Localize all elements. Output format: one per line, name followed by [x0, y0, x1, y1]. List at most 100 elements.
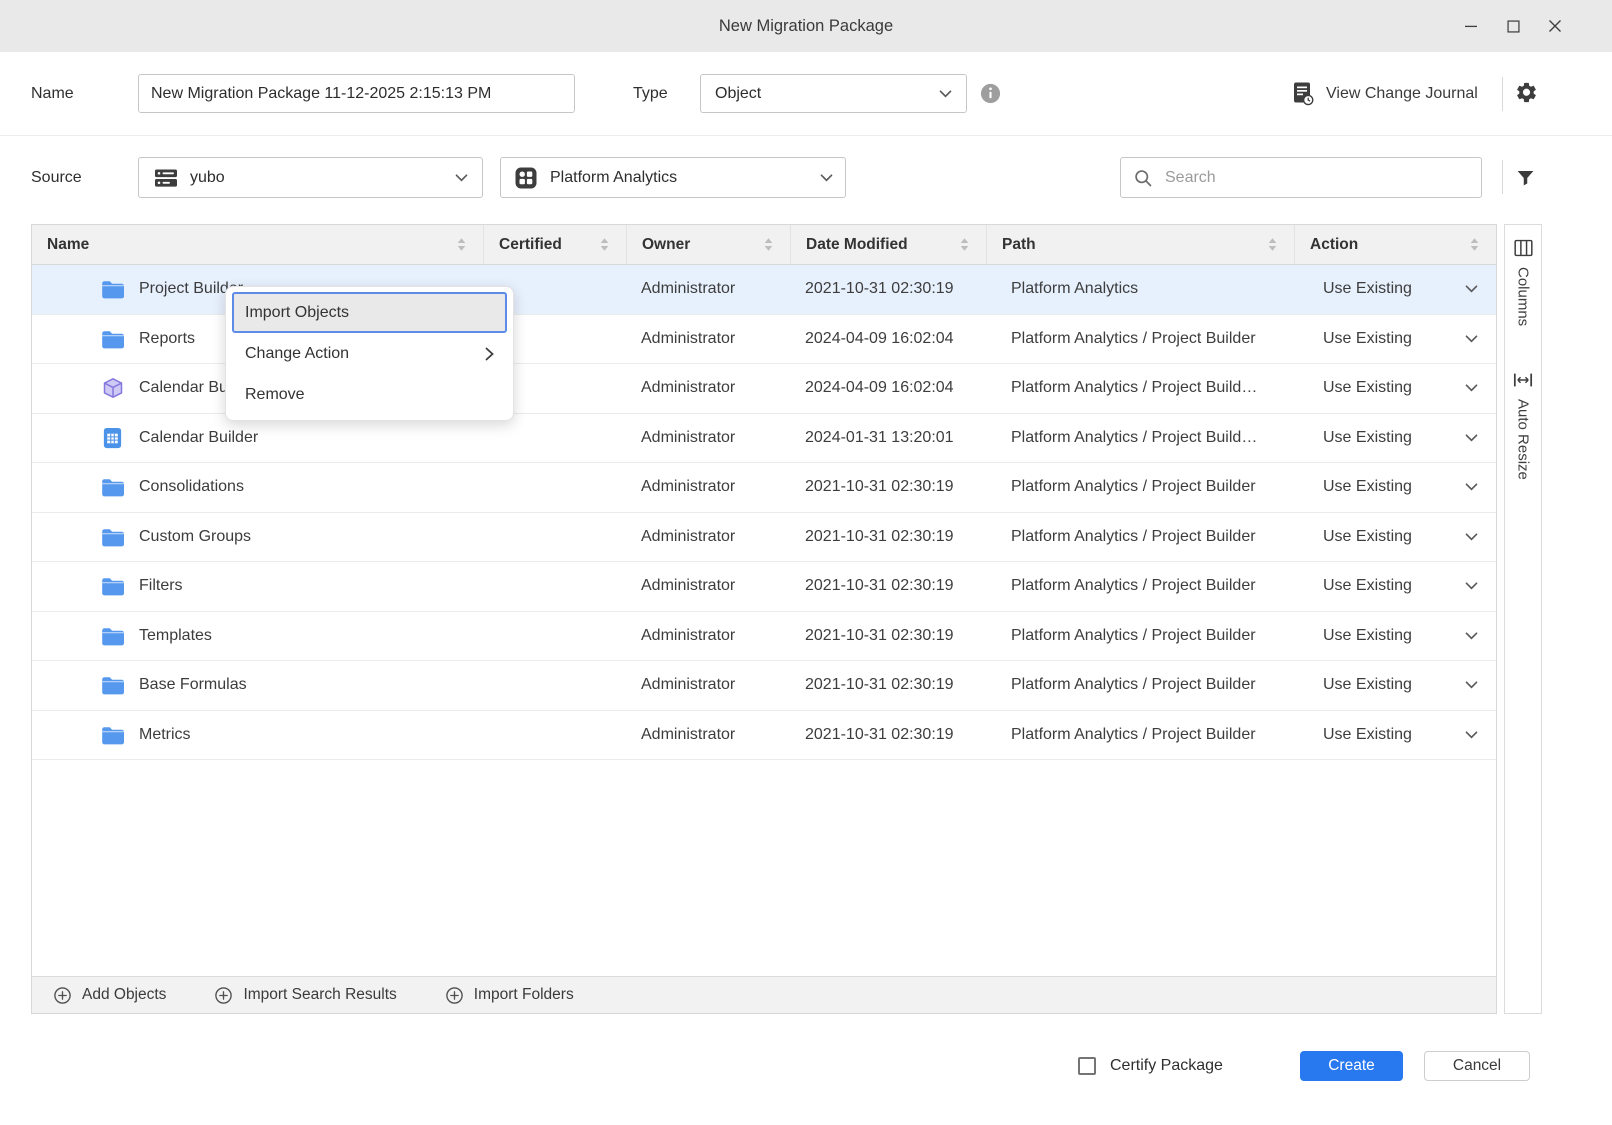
sort-icon[interactable]	[1461, 237, 1480, 252]
search-icon	[1133, 168, 1153, 188]
table-row[interactable]: Consolidations Administrator 2021-10-31 …	[32, 463, 1496, 513]
search-input[interactable]	[1163, 168, 1469, 188]
column-header[interactable]: Action	[1295, 225, 1496, 264]
folder-icon	[101, 277, 127, 301]
owner-cell: Administrator	[627, 513, 791, 562]
date-modified-cell: 2021-10-31 02:30:19	[791, 711, 987, 760]
sort-icon[interactable]	[1259, 237, 1278, 252]
table-row[interactable]: Base Formulas Administrator 2021-10-31 0…	[32, 661, 1496, 711]
action-dropdown-chevron-icon[interactable]	[1465, 434, 1478, 442]
context-menu-item[interactable]: Remove	[232, 374, 507, 415]
columns-label: Columns	[1515, 267, 1532, 326]
context-menu-item[interactable]: Change Action	[232, 333, 507, 374]
context-menu: Import Objects Change Action Remove	[225, 286, 514, 421]
action-dropdown-chevron-icon[interactable]	[1465, 582, 1478, 590]
action-dropdown-chevron-icon[interactable]	[1465, 384, 1478, 392]
maximize-button[interactable]	[1504, 17, 1522, 35]
cancel-button[interactable]: Cancel	[1424, 1051, 1530, 1081]
info-icon[interactable]	[979, 82, 1002, 105]
path-cell: Platform Analytics	[987, 265, 1295, 314]
import-folders-button[interactable]: Import Folders	[445, 986, 574, 1005]
action-dropdown-chevron-icon[interactable]	[1465, 335, 1478, 343]
chevron-right-icon	[485, 347, 494, 361]
table-header-row: Name Certified Owner Date Modified Path …	[32, 225, 1496, 265]
owner-cell: Administrator	[627, 711, 791, 760]
certify-package-checkbox[interactable]	[1078, 1057, 1096, 1075]
column-header[interactable]: Owner	[627, 225, 791, 264]
owner-cell: Administrator	[627, 315, 791, 364]
filter-funnel-icon[interactable]	[1515, 167, 1537, 189]
table-row[interactable]: Templates Administrator 2021-10-31 02:30…	[32, 612, 1496, 662]
columns-button[interactable]: Columns	[1513, 238, 1534, 326]
folder-icon	[101, 723, 127, 747]
owner-cell: Administrator	[627, 265, 791, 314]
action-dropdown-chevron-icon[interactable]	[1465, 483, 1478, 491]
sort-icon[interactable]	[951, 237, 970, 252]
name-cell: Metrics	[32, 711, 484, 760]
date-modified-cell: 2021-10-31 02:30:19	[791, 612, 987, 661]
sort-icon[interactable]	[448, 237, 467, 252]
certified-cell	[484, 612, 627, 661]
context-menu-item[interactable]: Import Objects	[232, 292, 507, 333]
column-header[interactable]: Date Modified	[791, 225, 987, 264]
columns-icon	[1513, 238, 1534, 258]
path-cell: Platform Analytics / Project Builder	[987, 562, 1295, 611]
table-actions-bar: Add Objects Import Search Results Import…	[32, 976, 1496, 1013]
folder-icon	[101, 327, 127, 351]
server-icon	[153, 166, 179, 190]
table-row[interactable]: Metrics Administrator 2021-10-31 02:30:1…	[32, 711, 1496, 761]
plus-circle-icon	[445, 986, 464, 1005]
table-row[interactable]: Filters Administrator 2021-10-31 02:30:1…	[32, 562, 1496, 612]
source-label: Source	[31, 169, 82, 187]
path-cell: Platform Analytics / Project Build…	[987, 364, 1295, 413]
name-cell: Consolidations	[32, 463, 484, 512]
owner-cell: Administrator	[627, 463, 791, 512]
action-dropdown-chevron-icon[interactable]	[1465, 681, 1478, 689]
source-project-select[interactable]: Platform Analytics	[500, 157, 846, 198]
import-search-results-button[interactable]: Import Search Results	[214, 986, 396, 1005]
divider	[1502, 160, 1503, 194]
type-select[interactable]: Object	[700, 74, 967, 113]
action-cell: Use Existing	[1295, 463, 1496, 512]
column-header[interactable]: Path	[987, 225, 1295, 264]
action-dropdown-chevron-icon[interactable]	[1465, 533, 1478, 541]
view-change-journal-button[interactable]: View Change Journal	[1292, 80, 1478, 108]
date-modified-cell: 2021-10-31 02:30:19	[791, 661, 987, 710]
certified-cell	[484, 711, 627, 760]
package-name-input[interactable]	[138, 74, 575, 113]
column-header[interactable]: Certified	[484, 225, 627, 264]
window-controls	[1462, 0, 1564, 52]
action-cell: Use Existing	[1295, 414, 1496, 463]
table-row[interactable]: Custom Groups Administrator 2021-10-31 0…	[32, 513, 1496, 563]
action-dropdown-chevron-icon[interactable]	[1465, 285, 1478, 293]
auto-resize-icon	[1512, 370, 1534, 390]
type-select-value: Object	[715, 85, 761, 103]
settings-gear-icon[interactable]	[1515, 81, 1538, 104]
date-modified-cell: 2021-10-31 02:30:19	[791, 463, 987, 512]
column-header[interactable]: Name	[32, 225, 484, 264]
divider	[0, 135, 1612, 136]
sort-icon[interactable]	[755, 237, 774, 252]
action-cell: Use Existing	[1295, 315, 1496, 364]
path-cell: Platform Analytics / Project Builder	[987, 711, 1295, 760]
folder-icon	[101, 624, 127, 648]
add-objects-button[interactable]: Add Objects	[53, 986, 166, 1005]
type-label: Type	[633, 85, 668, 103]
date-modified-cell: 2024-04-09 16:02:04	[791, 364, 987, 413]
path-cell: Platform Analytics / Project Builder	[987, 612, 1295, 661]
action-cell: Use Existing	[1295, 711, 1496, 760]
view-change-journal-label: View Change Journal	[1326, 85, 1478, 103]
chevron-down-icon	[820, 174, 833, 182]
certified-cell	[484, 463, 627, 512]
sort-icon[interactable]	[591, 237, 610, 252]
titlebar: New Migration Package	[0, 0, 1612, 52]
source-server-select[interactable]: yubo	[138, 157, 483, 198]
plus-circle-icon	[53, 986, 72, 1005]
action-dropdown-chevron-icon[interactable]	[1465, 731, 1478, 739]
minimize-button[interactable]	[1462, 17, 1480, 35]
action-dropdown-chevron-icon[interactable]	[1465, 632, 1478, 640]
auto-resize-button[interactable]: Auto Resize	[1512, 370, 1534, 480]
create-button[interactable]: Create	[1300, 1051, 1403, 1081]
close-button[interactable]	[1546, 17, 1564, 35]
date-modified-cell: 2021-10-31 02:30:19	[791, 513, 987, 562]
